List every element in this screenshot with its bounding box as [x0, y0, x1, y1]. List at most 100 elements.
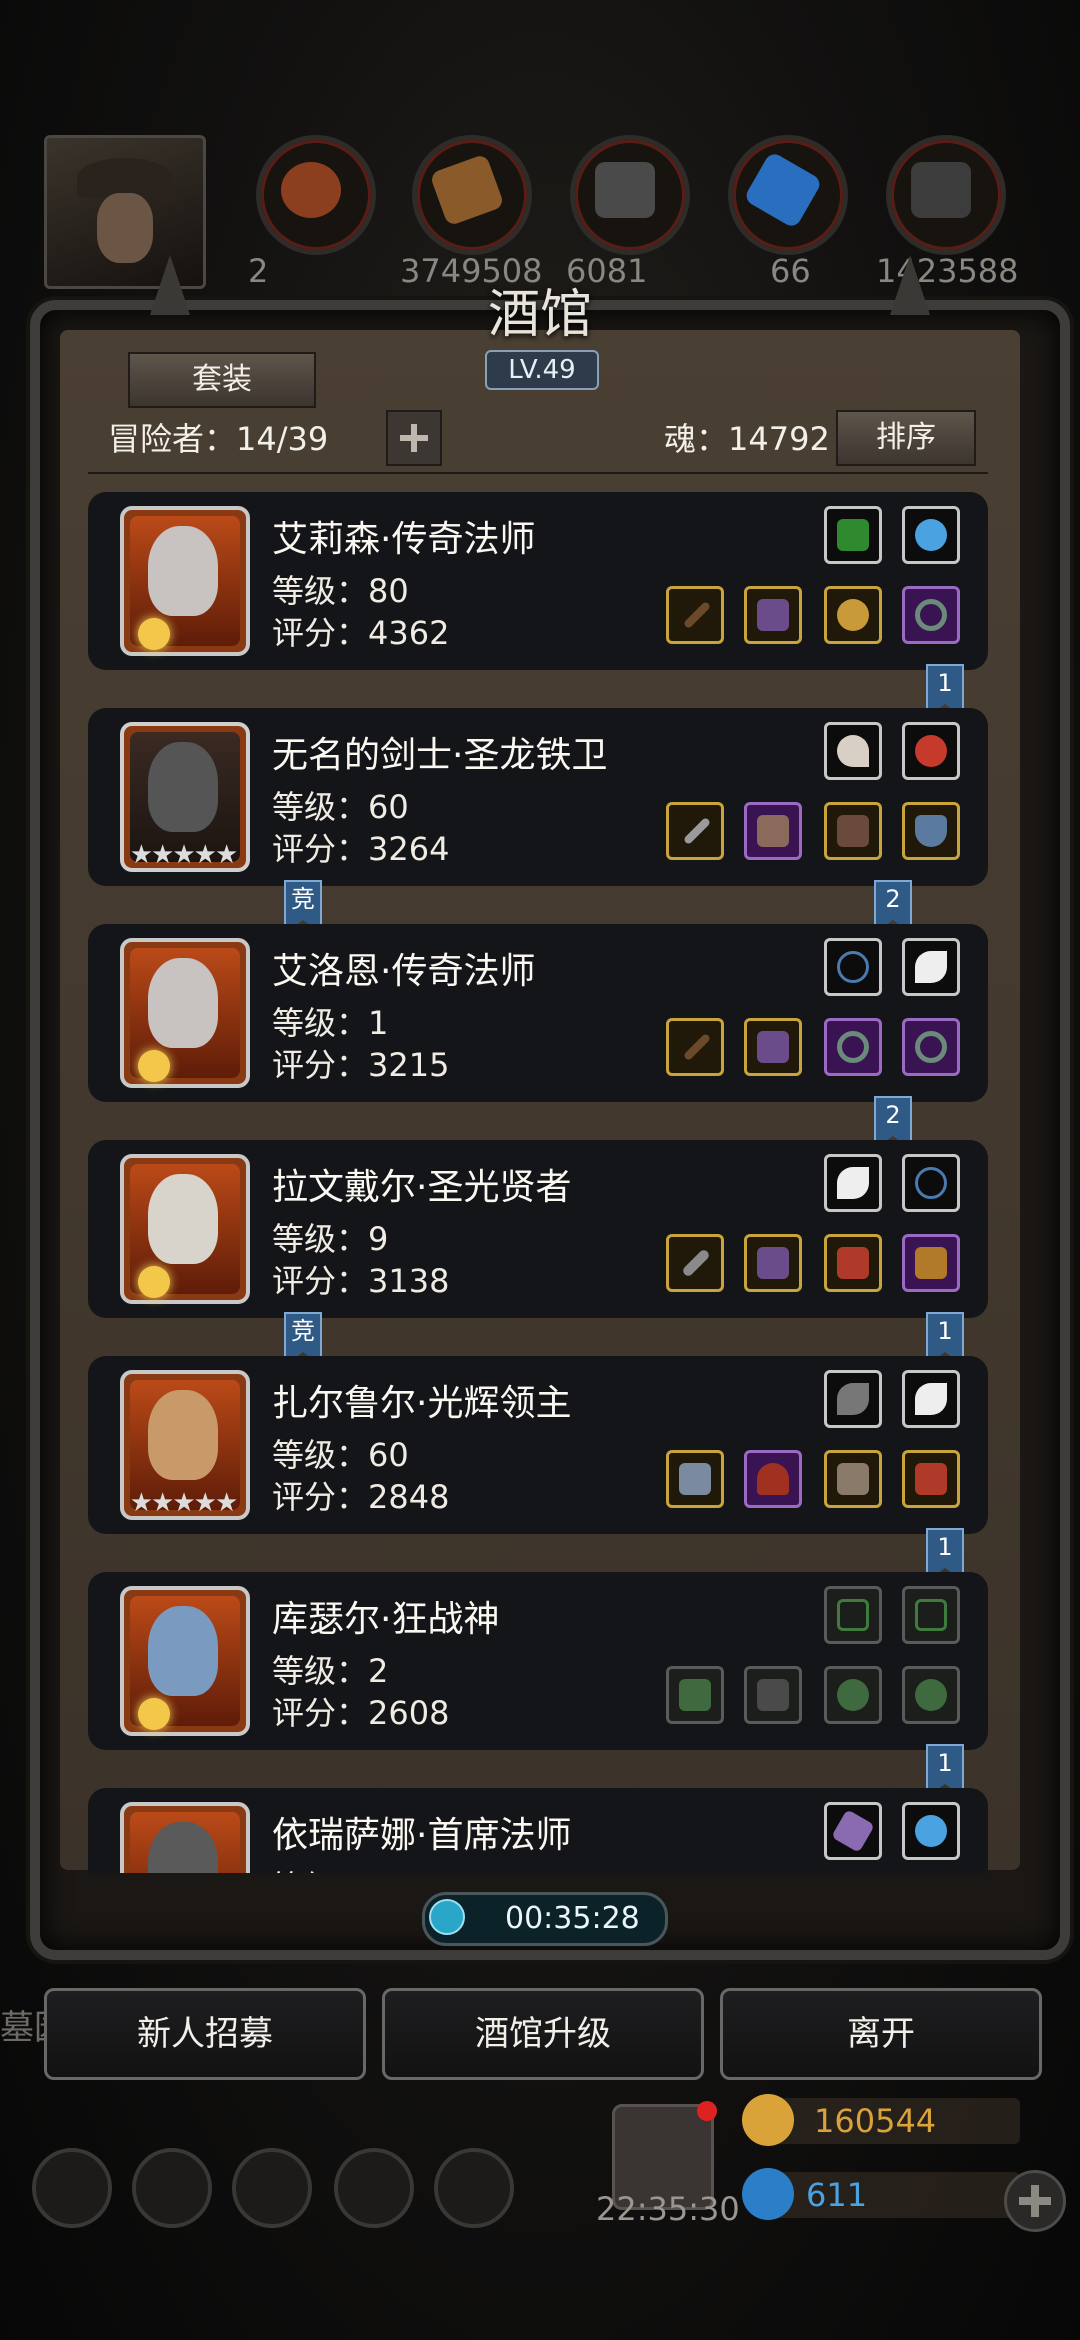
- header-divider: [88, 472, 988, 474]
- wing-icon[interactable]: [824, 1154, 882, 1212]
- empty-armor-slot-icon[interactable]: [744, 1666, 802, 1724]
- hero-card[interactable]: ★★★★★ 扎尔鲁尔·光辉领主 等级：60 评分：2848: [88, 1356, 988, 1534]
- clock-icon: [429, 1899, 465, 1935]
- add-slot-button[interactable]: [386, 410, 442, 466]
- hero-name: 库瑟尔·狂战神: [272, 1599, 500, 1640]
- sword-icon[interactable]: [666, 802, 724, 860]
- hero-name: 依瑞萨娜·首席法师: [272, 1815, 572, 1856]
- hero-score: 评分：3138: [272, 1262, 450, 1300]
- hero-level: 等级: [272, 1862, 336, 1873]
- ring-icon[interactable]: [824, 1018, 882, 1076]
- moon-rank-icon: [138, 618, 170, 650]
- moon-rank-icon: [138, 1266, 170, 1298]
- mail-icon[interactable]: [334, 2148, 414, 2228]
- wood-resource-icon[interactable]: [412, 135, 532, 255]
- hood-icon[interactable]: [744, 1450, 802, 1508]
- crystal-icon[interactable]: [824, 1802, 882, 1860]
- guild-icon[interactable]: [232, 2148, 312, 2228]
- hero-card[interactable]: ★★★★★ 无名的剑士·圣龙铁卫 等级：60 评分：3264: [88, 708, 988, 886]
- talisman-icon[interactable]: [902, 1802, 960, 1860]
- tavern-level-badge: LV.49: [485, 350, 599, 390]
- hero-list[interactable]: 艾莉森·传奇法师 等级：80 评分：4362 1 ★★★★★ 无名的剑士·圣龙铁…: [88, 488, 988, 1873]
- add-gems-button[interactable]: [1004, 2170, 1066, 2232]
- suit-button[interactable]: 套装: [128, 352, 316, 408]
- sort-button[interactable]: 排序: [836, 410, 976, 466]
- ring-icon[interactable]: [902, 586, 960, 644]
- hero-name: 艾洛恩·传奇法师: [272, 951, 536, 992]
- hero-card[interactable]: 艾洛恩·传奇法师 等级：1 评分：3215: [88, 924, 988, 1102]
- hero-score: 评分：3264: [272, 830, 450, 868]
- timer-text: 00:35:28: [505, 1901, 640, 1936]
- hero-card[interactable]: 库瑟尔·狂战神 等级：2 评分：2608: [88, 1572, 988, 1750]
- soul-count: 魂：14792: [664, 420, 830, 458]
- meat-resource-icon[interactable]: [256, 135, 376, 255]
- hero-score: 评分：2608: [272, 1694, 450, 1732]
- empty-ring-slot-icon[interactable]: [902, 1666, 960, 1724]
- book-icon[interactable]: [824, 506, 882, 564]
- achievement-icon[interactable]: [132, 2148, 212, 2228]
- upgrade-tavern-button[interactable]: 酒馆升级: [382, 1988, 704, 2080]
- ring-icon[interactable]: [824, 586, 882, 644]
- empty-slot-icon[interactable]: [902, 1586, 960, 1644]
- shield-icon[interactable]: [902, 802, 960, 860]
- feather-icon[interactable]: [902, 938, 960, 996]
- empty-ring-slot-icon[interactable]: [824, 1666, 882, 1724]
- hero-portrait[interactable]: [120, 1802, 250, 1873]
- talisman-icon[interactable]: [902, 506, 960, 564]
- gem-bar: [760, 2172, 1020, 2218]
- settings-icon[interactable]: [32, 2148, 112, 2228]
- hammer-icon[interactable]: [666, 1234, 724, 1292]
- chest-icon[interactable]: [902, 1234, 960, 1292]
- ring-icon[interactable]: [902, 1018, 960, 1076]
- necklace-icon[interactable]: [824, 938, 882, 996]
- hero-card[interactable]: 拉文戴尔·圣光贤者 等级：9 评分：3138: [88, 1140, 988, 1318]
- resource-count-1: 2: [248, 252, 269, 290]
- empty-weapon-slot-icon[interactable]: [666, 1666, 724, 1724]
- gem-amount: 611: [806, 2176, 868, 2214]
- hero-name: 无名的剑士·圣龙铁卫: [272, 735, 608, 776]
- hero-level: 等级：1: [272, 1004, 389, 1042]
- staff-icon[interactable]: [666, 1018, 724, 1076]
- frame-ornament: [150, 255, 190, 315]
- game-clock: 22:35:30: [596, 2190, 740, 2228]
- armor-icon[interactable]: [824, 1450, 882, 1508]
- fang-icon[interactable]: [824, 722, 882, 780]
- recruit-button[interactable]: 新人招募: [44, 1988, 366, 2080]
- hero-score: 评分：4362: [272, 614, 450, 652]
- hero-score: 评分：2848: [272, 1478, 450, 1516]
- feather-icon[interactable]: [902, 1370, 960, 1428]
- axe-icon[interactable]: [666, 1450, 724, 1508]
- moon-rank-icon: [138, 1050, 170, 1082]
- map-icon[interactable]: [434, 2148, 514, 2228]
- hero-name: 艾莉森·传奇法师: [272, 519, 536, 560]
- helmet-icon[interactable]: [744, 1018, 802, 1076]
- feather-icon[interactable]: [824, 1370, 882, 1428]
- avatar-hat: [77, 158, 173, 198]
- frame-ornament: [890, 255, 930, 315]
- iron-resource-icon[interactable]: [886, 135, 1006, 255]
- helmet-icon[interactable]: [744, 1234, 802, 1292]
- moon-rank-icon: [138, 1698, 170, 1730]
- hero-level: 等级：80: [272, 572, 409, 610]
- hero-level: 等级：60: [272, 788, 409, 826]
- helmet-icon[interactable]: [744, 586, 802, 644]
- adventurer-count: 冒险者：14/39: [108, 420, 329, 458]
- amulet-icon[interactable]: [902, 722, 960, 780]
- helmet-icon[interactable]: [902, 1450, 960, 1508]
- star-rating: ★★★★★: [129, 1488, 239, 1518]
- gold-amount: 160544: [814, 2102, 937, 2140]
- hero-card[interactable]: 依瑞萨娜·首席法师 等级: [88, 1788, 988, 1873]
- gloves-icon[interactable]: [824, 802, 882, 860]
- avatar-face: [97, 193, 153, 263]
- leave-button[interactable]: 离开: [720, 1988, 1042, 2080]
- helmet-icon[interactable]: [824, 1234, 882, 1292]
- hero-card[interactable]: 艾莉森·传奇法师 等级：80 评分：4362: [88, 492, 988, 670]
- stone-resource-icon[interactable]: [570, 135, 690, 255]
- armor-icon[interactable]: [744, 802, 802, 860]
- crystal-resource-icon[interactable]: [728, 135, 848, 255]
- notification-dot: [697, 2101, 717, 2121]
- staff-icon[interactable]: [666, 586, 724, 644]
- necklace-icon[interactable]: [902, 1154, 960, 1212]
- empty-slot-icon[interactable]: [824, 1586, 882, 1644]
- page-title: 酒馆: [487, 285, 592, 345]
